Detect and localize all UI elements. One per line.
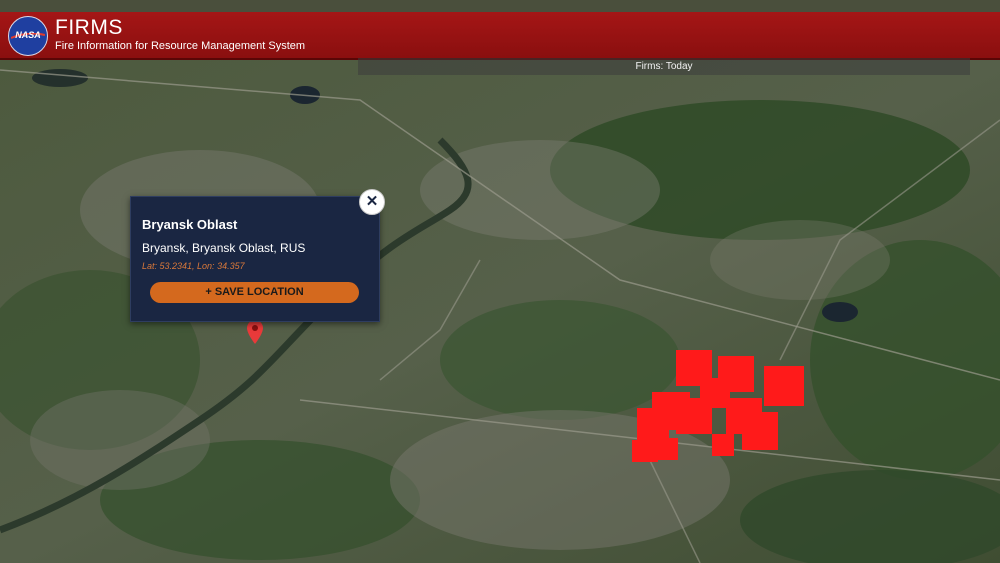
popup-title: Bryansk Oblast: [142, 217, 238, 232]
fire-detection[interactable]: [742, 412, 778, 450]
lake: [822, 302, 858, 322]
app-subtitle: Fire Information for Resource Management…: [55, 40, 306, 52]
app-header: NASA FIRMS Fire Information for Resource…: [0, 12, 1000, 60]
top-strip: [0, 0, 1000, 12]
save-location-label: SAVE LOCATION: [214, 286, 304, 298]
lake: [32, 69, 88, 87]
fire-detection[interactable]: [656, 438, 678, 460]
location-popup: Bryansk Oblast Bryansk, Bryansk Oblast, …: [130, 196, 380, 322]
logo-text: NASA: [15, 30, 41, 40]
app-title: FIRMS: [55, 16, 123, 39]
save-location-button[interactable]: + SAVE LOCATION: [150, 282, 359, 303]
popup-coordinates: Lat: 53.2341, Lon: 34.357: [142, 261, 245, 271]
forest-area: [440, 300, 680, 420]
map-pin-icon[interactable]: [247, 320, 263, 344]
close-icon[interactable]: ✕: [359, 189, 385, 215]
urban-area: [710, 220, 890, 300]
fires-layer-tab[interactable]: Firms: Today: [358, 58, 970, 75]
fire-detection[interactable]: [764, 366, 804, 406]
fire-detection[interactable]: [676, 398, 712, 434]
fire-detection[interactable]: [632, 440, 658, 462]
popup-place: Bryansk, Bryansk Oblast, RUS: [142, 241, 306, 255]
fire-detection[interactable]: [637, 408, 669, 440]
plus-icon: +: [205, 286, 215, 298]
fire-detection[interactable]: [712, 434, 734, 456]
nasa-logo-icon[interactable]: NASA: [8, 16, 48, 56]
